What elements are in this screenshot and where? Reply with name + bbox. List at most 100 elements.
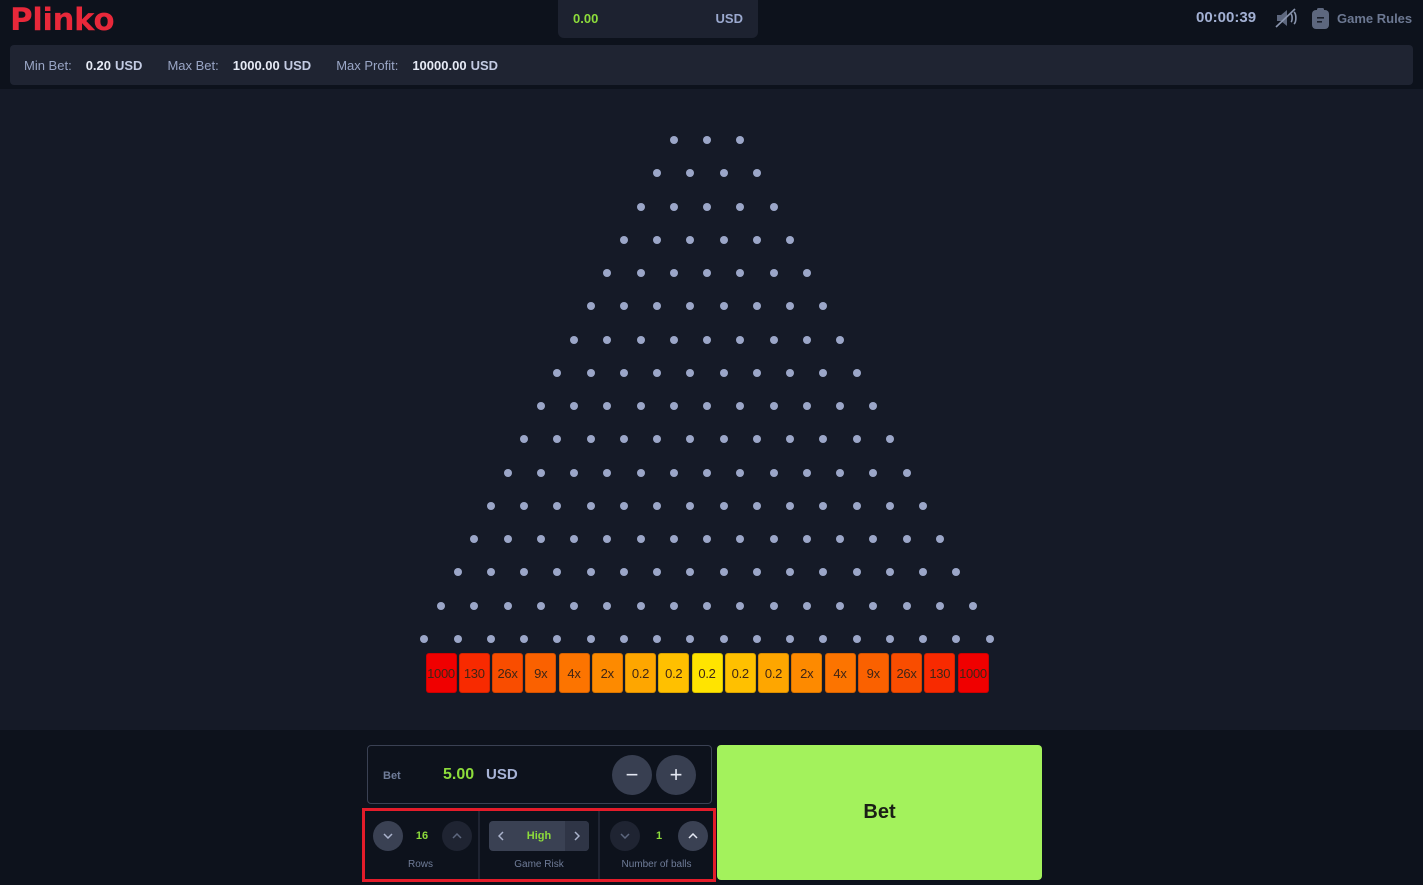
balance-currency: USD — [715, 11, 743, 26]
peg — [802, 269, 811, 277]
multiplier-bucket: 0.2 — [758, 653, 789, 693]
peg — [836, 468, 844, 477]
peg — [520, 568, 529, 577]
peg — [653, 568, 662, 577]
peg — [819, 501, 828, 510]
peg — [786, 302, 795, 311]
bet-button[interactable]: Bet — [717, 745, 1042, 880]
peg — [703, 601, 711, 610]
game-rules-label: Game Rules — [1337, 10, 1413, 26]
peg — [703, 136, 711, 144]
multiplier-bucket: 9x — [525, 653, 557, 693]
peg — [819, 634, 828, 643]
chevron-left-icon — [498, 831, 504, 841]
bet-amount-input[interactable]: 5.00 — [443, 766, 474, 784]
multiplier-bucket: 130 — [924, 653, 956, 693]
balls-value: 1 — [655, 830, 663, 842]
peg — [885, 435, 894, 444]
peg — [703, 335, 711, 344]
peg — [669, 335, 678, 344]
peg — [869, 468, 878, 477]
multiplier-bucket: 1000 — [957, 653, 989, 693]
risk-prev-button[interactable] — [489, 821, 513, 851]
peg — [669, 468, 678, 477]
risk-next-button[interactable] — [565, 821, 589, 851]
risk-value: High — [526, 830, 552, 842]
peg — [653, 235, 662, 244]
peg — [420, 634, 429, 643]
peg — [719, 634, 728, 643]
peg — [570, 402, 578, 410]
peg — [769, 535, 778, 543]
decrease-bet-button[interactable]: − — [612, 755, 652, 795]
peg — [603, 335, 612, 344]
peg — [636, 402, 645, 410]
peg — [703, 402, 711, 410]
peg — [752, 501, 761, 510]
peg — [603, 535, 612, 543]
max-profit-label: Max Profit: — [336, 57, 399, 73]
peg — [802, 535, 811, 543]
peg — [470, 535, 479, 543]
multiplier-bucket: 1000 — [425, 653, 457, 693]
session-timer: 00:00:39 — [1196, 9, 1257, 26]
peg — [802, 468, 811, 477]
clipboard-icon — [1312, 7, 1329, 29]
multiplier-bucket: 130 — [458, 653, 490, 693]
peg — [836, 535, 844, 543]
peg — [736, 468, 745, 477]
peg — [636, 601, 645, 610]
peg — [553, 634, 562, 643]
peg — [802, 402, 811, 410]
rows-decrease-button[interactable] — [373, 821, 403, 851]
peg — [653, 435, 662, 444]
peg — [653, 501, 662, 510]
multiplier-bucket: 26x — [891, 653, 922, 693]
multiplier-bucket: 9x — [857, 653, 889, 693]
peg — [836, 402, 844, 410]
peg — [686, 501, 695, 510]
rows-increase-button[interactable] — [442, 821, 472, 851]
peg — [570, 535, 578, 543]
peg — [586, 634, 595, 643]
peg — [636, 468, 645, 477]
peg — [719, 501, 728, 510]
peg — [836, 335, 844, 344]
peg — [736, 335, 745, 344]
max-bet: Max Bet: 1000.00 USD — [167, 58, 311, 73]
peg — [969, 601, 977, 610]
peg — [603, 601, 612, 610]
multiplier-bucket: 0.2 — [658, 653, 690, 693]
peg — [752, 235, 761, 244]
peg — [769, 335, 778, 344]
game-rules-button[interactable]: Game Rules — [1312, 7, 1412, 29]
peg — [786, 501, 795, 510]
peg — [769, 402, 778, 410]
bet-label: Bet — [383, 770, 401, 782]
balance-amount: 0.00 — [573, 11, 599, 26]
balls-increase-button[interactable] — [678, 821, 708, 851]
peg — [736, 269, 745, 277]
peg — [503, 601, 512, 610]
risk-selector[interactable]: High — [489, 821, 589, 851]
peg — [520, 634, 529, 643]
peg — [852, 368, 861, 377]
peg — [885, 501, 894, 510]
peg — [686, 568, 695, 577]
chevron-down-icon — [620, 833, 630, 839]
plus-icon: + — [669, 762, 683, 787]
peg — [719, 568, 728, 577]
balls-decrease-button[interactable] — [610, 821, 640, 851]
peg — [952, 634, 961, 643]
peg — [503, 535, 512, 543]
peg — [619, 568, 628, 577]
peg — [919, 634, 928, 643]
peg — [553, 501, 562, 510]
logo: Plinko — [10, 2, 115, 38]
peg — [570, 335, 578, 344]
peg — [553, 435, 562, 444]
peg — [669, 269, 678, 277]
rows-control: 16 Rows — [365, 811, 476, 879]
increase-bet-button[interactable]: + — [656, 755, 696, 795]
sound-muted-icon[interactable] — [1275, 8, 1299, 28]
